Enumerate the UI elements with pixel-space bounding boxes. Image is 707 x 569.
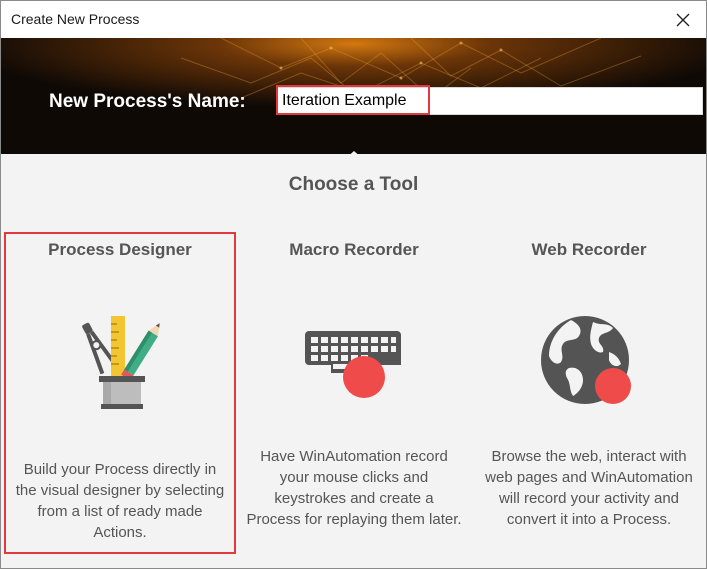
choose-tool-heading: Choose a Tool: [288, 174, 419, 195]
close-icon: [676, 13, 690, 26]
close-button[interactable]: [660, 1, 706, 38]
pencil-cup-icon: [82, 316, 160, 409]
title-bar: Create New Process: [1, 1, 706, 38]
tool-title: Web Recorder: [531, 240, 647, 259]
name-banner: New Process's Name:: [1, 38, 706, 154]
tool-web-recorder[interactable]: Web Recorder Browse the web, interact wi…: [473, 232, 705, 554]
tool-title: Process Designer: [48, 240, 192, 259]
tool-title: Macro Recorder: [289, 240, 419, 259]
tool-description: Have WinAutomation record your mouse cli…: [246, 448, 462, 528]
keyboard-record-icon: [305, 331, 401, 398]
process-name-label: New Process's Name:: [49, 91, 246, 112]
globe-record-icon: [541, 316, 631, 404]
tool-process-designer[interactable]: Process Designer Build your Process dire…: [4, 232, 236, 554]
tool-description: Browse the web, interact with web pages …: [485, 448, 693, 528]
tool-description: Build your Process directly in the visua…: [15, 461, 225, 541]
window-title: Create New Process: [11, 11, 140, 27]
process-name-field[interactable]: [276, 87, 703, 115]
tool-macro-recorder[interactable]: Macro Recorder Have WinAutomation record…: [238, 232, 470, 554]
create-process-dialog: Create New Process New Process's Name: I…: [0, 0, 707, 569]
banner-pointer: [338, 151, 370, 165]
process-name-input[interactable]: [277, 88, 702, 114]
